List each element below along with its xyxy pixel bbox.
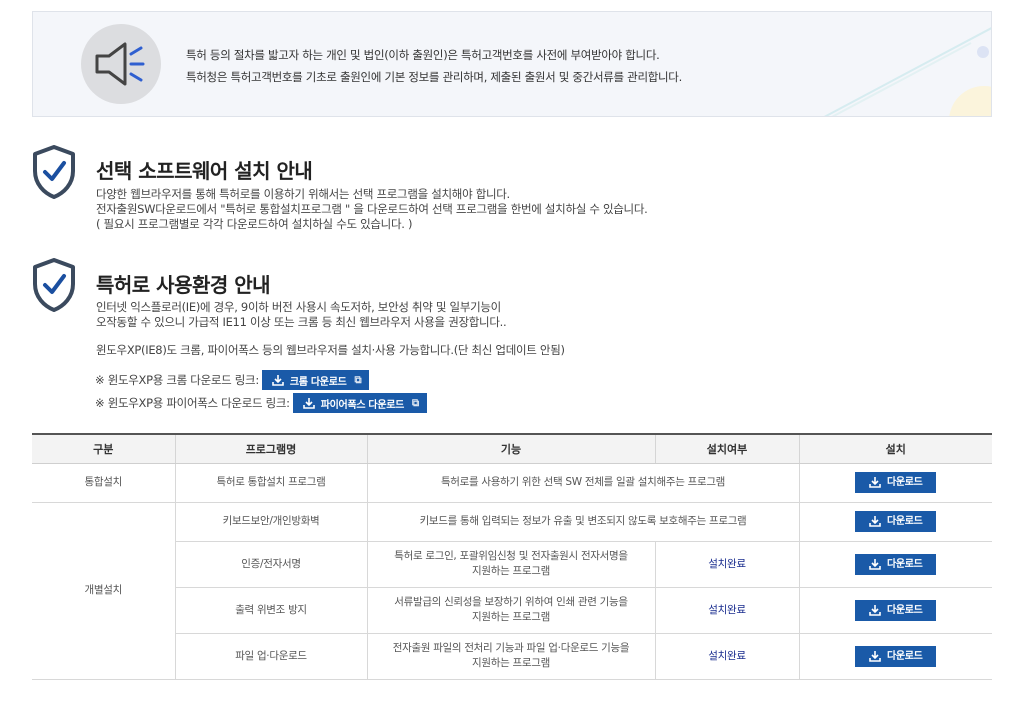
megaphone-icon xyxy=(81,24,161,104)
shield-check-icon xyxy=(33,258,75,312)
install-cell: 다운로드 xyxy=(798,633,992,680)
function-cell: 키보드를 통해 입력되는 정보가 유출 및 변조되지 않도록 보호해주는 프로그… xyxy=(366,502,799,542)
section-title: 선택 소프트웨어 설치 안내 xyxy=(96,159,313,183)
download-button[interactable]: 다운로드 xyxy=(855,553,937,575)
button-label: 다운로드 xyxy=(886,650,923,662)
button-label: 다운로드 xyxy=(886,516,923,527)
function-text: 키보드를 통해 입력되는 정보가 유출 및 변조되지 않도록 보호해주는 프로그… xyxy=(419,515,747,527)
chrome-link-row: ※ 윈도우XP용 크롬 다운로드 링크: 크롬 다운로드 ⧉ xyxy=(95,370,370,390)
section-text: 오작동할 수 있으니 가급적 IE11 이상 또는 크롬 등 최신 웹브라우저 … xyxy=(96,315,507,329)
table-row: 출력 위변조 방지 서류발급의 신뢰성을 보장하기 위하여 인쇄 관련 기능을 … xyxy=(32,587,992,634)
shield-check-icon xyxy=(33,145,75,199)
download-button[interactable]: 다운로드 xyxy=(855,511,937,532)
section-text: 전자출원SW다운로드에서 "특허로 통합설치프로그램 " 을 다운로드하여 선택… xyxy=(96,202,648,216)
function-text: 특허로를 사용하기 위한 선택 SW 전체를 일괄 설치해주는 프로그램 xyxy=(440,476,726,488)
function-text: 지원하는 프로그램 xyxy=(472,657,550,669)
table-row: 인증/전자서명 특허로 로그인, 포괄위임신청 및 전자출원시 전자서명을 지원… xyxy=(32,541,992,588)
section-text: 인터넷 익스플로러(IE)에 경우, 9이하 버전 사용시 속도저하, 보안성 … xyxy=(96,300,501,314)
notice-line: 특허청은 특허고객번호를 기초로 출원인에 기본 정보를 관리하며, 제출된 출… xyxy=(186,70,682,84)
table-header-row: 구분 프로그램명 기능 설치여부 설치 xyxy=(32,433,992,464)
chrome-download-button[interactable]: 크롬 다운로드 ⧉ xyxy=(261,370,370,390)
section-text: ( 필요시 프로그램별로 각각 다운로드하여 설치하실 수도 있습니다. ) xyxy=(96,217,413,231)
download-icon xyxy=(302,397,315,409)
download-icon xyxy=(869,604,881,616)
download-button[interactable]: 다운로드 xyxy=(855,472,937,493)
column-header: 구분 xyxy=(32,433,175,464)
button-label: 크롬 다운로드 xyxy=(289,376,347,388)
install-cell: 다운로드 xyxy=(798,502,992,542)
program-table: 구분 프로그램명 기능 설치여부 설치 통합설치 특허로 통합설치 프로그램 특… xyxy=(32,433,992,680)
decoration xyxy=(977,46,989,58)
download-button[interactable]: 다운로드 xyxy=(855,645,937,667)
download-icon xyxy=(869,477,881,488)
column-header: 설치여부 xyxy=(654,433,799,464)
download-icon xyxy=(272,374,284,386)
function-text: 지원하는 프로그램 xyxy=(472,611,550,623)
program-name: 파일 업·다운로드 xyxy=(174,633,367,680)
program-name: 특허로 통합설치 프로그램 xyxy=(174,463,367,503)
section-text: 윈도우XP(IE8)도 크롬, 파이어폭스 등의 웹브라우저를 설치·사용 가능… xyxy=(96,343,565,357)
function-cell: 특허로 로그인, 포괄위임신청 및 전자출원시 전자서명을 지원하는 프로그램 xyxy=(366,541,655,588)
firefox-link-label: ※ 윈도우XP용 파이어폭스 다운로드 링크: xyxy=(95,396,290,410)
button-label: 파이어폭스 다운로드 xyxy=(320,399,405,411)
function-cell: 전자출원 파일의 전처리 기능과 파일 업·다운로드 기능을 지원하는 프로그램 xyxy=(366,633,655,680)
table-row: 파일 업·다운로드 전자출원 파일의 전처리 기능과 파일 업·다운로드 기능을… xyxy=(32,633,992,680)
decoration xyxy=(949,86,991,116)
external-link-icon: ⧉ xyxy=(354,374,362,386)
install-status: 설치완료 xyxy=(654,633,799,680)
table-row: 통합설치 특허로 통합설치 프로그램 특허로를 사용하기 위한 선택 SW 전체… xyxy=(32,463,992,503)
function-text: 지원하는 프로그램 xyxy=(472,565,550,577)
decoration xyxy=(829,42,972,116)
column-header: 프로그램명 xyxy=(174,433,367,464)
function-text: 특허로 로그인, 포괄위임신청 및 전자출원시 전자서명을 xyxy=(394,550,628,562)
firefox-download-button[interactable]: 파이어폭스 다운로드 ⧉ xyxy=(292,393,427,413)
column-header: 기능 xyxy=(366,433,655,464)
install-cell: 다운로드 xyxy=(798,587,992,634)
button-label: 다운로드 xyxy=(886,604,923,616)
install-status: 설치완료 xyxy=(654,587,799,634)
notice-line: 특허 등의 절차를 밟고자 하는 개인 및 법인(이하 출원인)은 특허고객번호… xyxy=(186,48,660,62)
group-cell: 개별설치 xyxy=(32,502,175,680)
download-icon xyxy=(869,558,881,570)
notice-text: 특허 등의 절차를 밟고자 하는 개인 및 법인(이하 출원인)은 특허고객번호… xyxy=(186,44,682,88)
program-name: 인증/전자서명 xyxy=(174,541,367,588)
button-label: 다운로드 xyxy=(886,558,923,570)
install-status: 설치완료 xyxy=(654,541,799,588)
download-icon xyxy=(869,516,881,527)
button-label: 다운로드 xyxy=(886,477,923,488)
download-icon xyxy=(869,650,881,662)
column-header: 설치 xyxy=(798,433,992,464)
section-text: 다양한 웹브라우저를 통해 특허로를 이용하기 위해서는 선택 프로그램을 설치… xyxy=(96,187,510,201)
external-link-icon: ⧉ xyxy=(412,397,419,409)
program-name: 출력 위변조 방지 xyxy=(174,587,367,634)
download-button[interactable]: 다운로드 xyxy=(855,599,937,621)
table-row: 개별설치 키보드보안/개인방화벽 키보드를 통해 입력되는 정보가 유출 및 변… xyxy=(32,502,992,680)
function-text: 서류발급의 신뢰성을 보장하기 위하여 인쇄 관련 기능을 xyxy=(394,596,628,608)
function-cell: 특허로를 사용하기 위한 선택 SW 전체를 일괄 설치해주는 프로그램 xyxy=(366,463,799,503)
firefox-link-row: ※ 윈도우XP용 파이어폭스 다운로드 링크: 파이어폭스 다운로드 ⧉ xyxy=(95,393,427,413)
notice-banner: 특허 등의 절차를 밟고자 하는 개인 및 법인(이하 출원인)은 특허고객번호… xyxy=(32,11,992,117)
program-name: 키보드보안/개인방화벽 xyxy=(174,502,367,542)
section-title: 특허로 사용환경 안내 xyxy=(96,273,271,297)
install-cell: 다운로드 xyxy=(798,463,992,503)
function-text: 전자출원 파일의 전처리 기능과 파일 업·다운로드 기능을 xyxy=(392,642,630,654)
function-cell: 서류발급의 신뢰성을 보장하기 위하여 인쇄 관련 기능을 지원하는 프로그램 xyxy=(366,587,655,634)
chrome-link-label: ※ 윈도우XP용 크롬 다운로드 링크: xyxy=(95,373,259,387)
install-cell: 다운로드 xyxy=(798,541,992,588)
group-cell: 통합설치 xyxy=(32,463,175,503)
